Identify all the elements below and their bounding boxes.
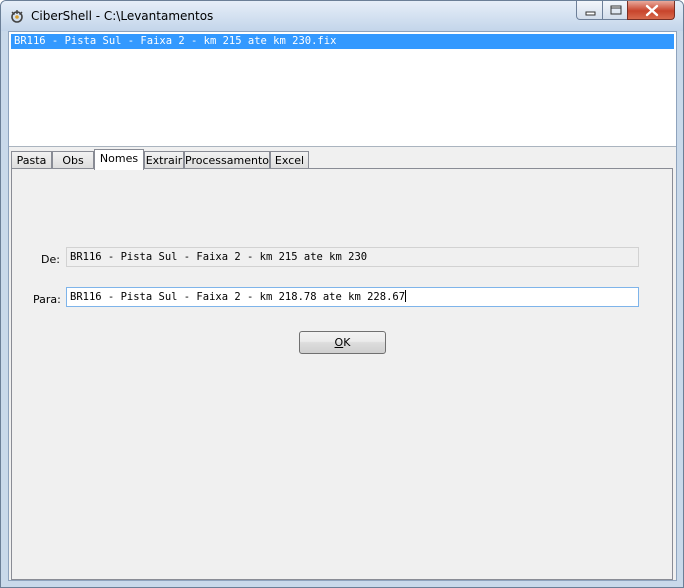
ok-button[interactable]: OK xyxy=(299,331,386,354)
tab-processamento[interactable]: Processamento xyxy=(184,151,270,169)
app-window: CiberShell - C:\Levantamentos BR116 - Pi… xyxy=(0,0,684,588)
tab-extrair[interactable]: Extrair xyxy=(144,151,184,169)
nomes-panel: De: BR116 - Pista Sul - Faixa 2 - km 215… xyxy=(11,168,673,580)
title-bar[interactable]: CiberShell - C:\Levantamentos xyxy=(1,1,683,31)
list-item-selected[interactable]: BR116 - Pista Sul - Faixa 2 - km 215 ate… xyxy=(11,34,674,49)
to-label: Para: xyxy=(33,293,61,306)
maximize-button[interactable] xyxy=(602,1,628,20)
tab-nomes[interactable]: Nomes xyxy=(94,149,144,170)
to-input-value: BR116 - Pista Sul - Faixa 2 - km 218.78 … xyxy=(70,291,406,303)
text-caret xyxy=(405,290,407,302)
close-button[interactable] xyxy=(627,1,675,20)
window-title: CiberShell - C:\Levantamentos xyxy=(31,9,214,23)
minimize-icon xyxy=(585,11,596,16)
tab-pasta[interactable]: Pasta xyxy=(11,151,52,169)
from-label: De: xyxy=(41,253,60,266)
from-field: BR116 - Pista Sul - Faixa 2 - km 215 ate… xyxy=(66,247,639,267)
tab-excel[interactable]: Excel xyxy=(270,151,309,169)
app-icon[interactable] xyxy=(9,8,25,24)
ok-button-accel: O xyxy=(334,336,344,349)
tab-obs[interactable]: Obs xyxy=(52,151,94,169)
file-listbox[interactable]: BR116 - Pista Sul - Faixa 2 - km 215 ate… xyxy=(9,32,676,147)
close-icon xyxy=(645,4,659,17)
client-area: BR116 - Pista Sul - Faixa 2 - km 215 ate… xyxy=(8,31,677,581)
maximize-icon xyxy=(610,5,622,15)
tab-strip: Pasta Obs Nomes Extrair Processamento Ex… xyxy=(11,149,675,170)
to-input[interactable]: BR116 - Pista Sul - Faixa 2 - km 218.78 … xyxy=(66,287,639,307)
ok-button-label: K xyxy=(343,336,351,349)
minimize-button[interactable] xyxy=(576,1,603,20)
